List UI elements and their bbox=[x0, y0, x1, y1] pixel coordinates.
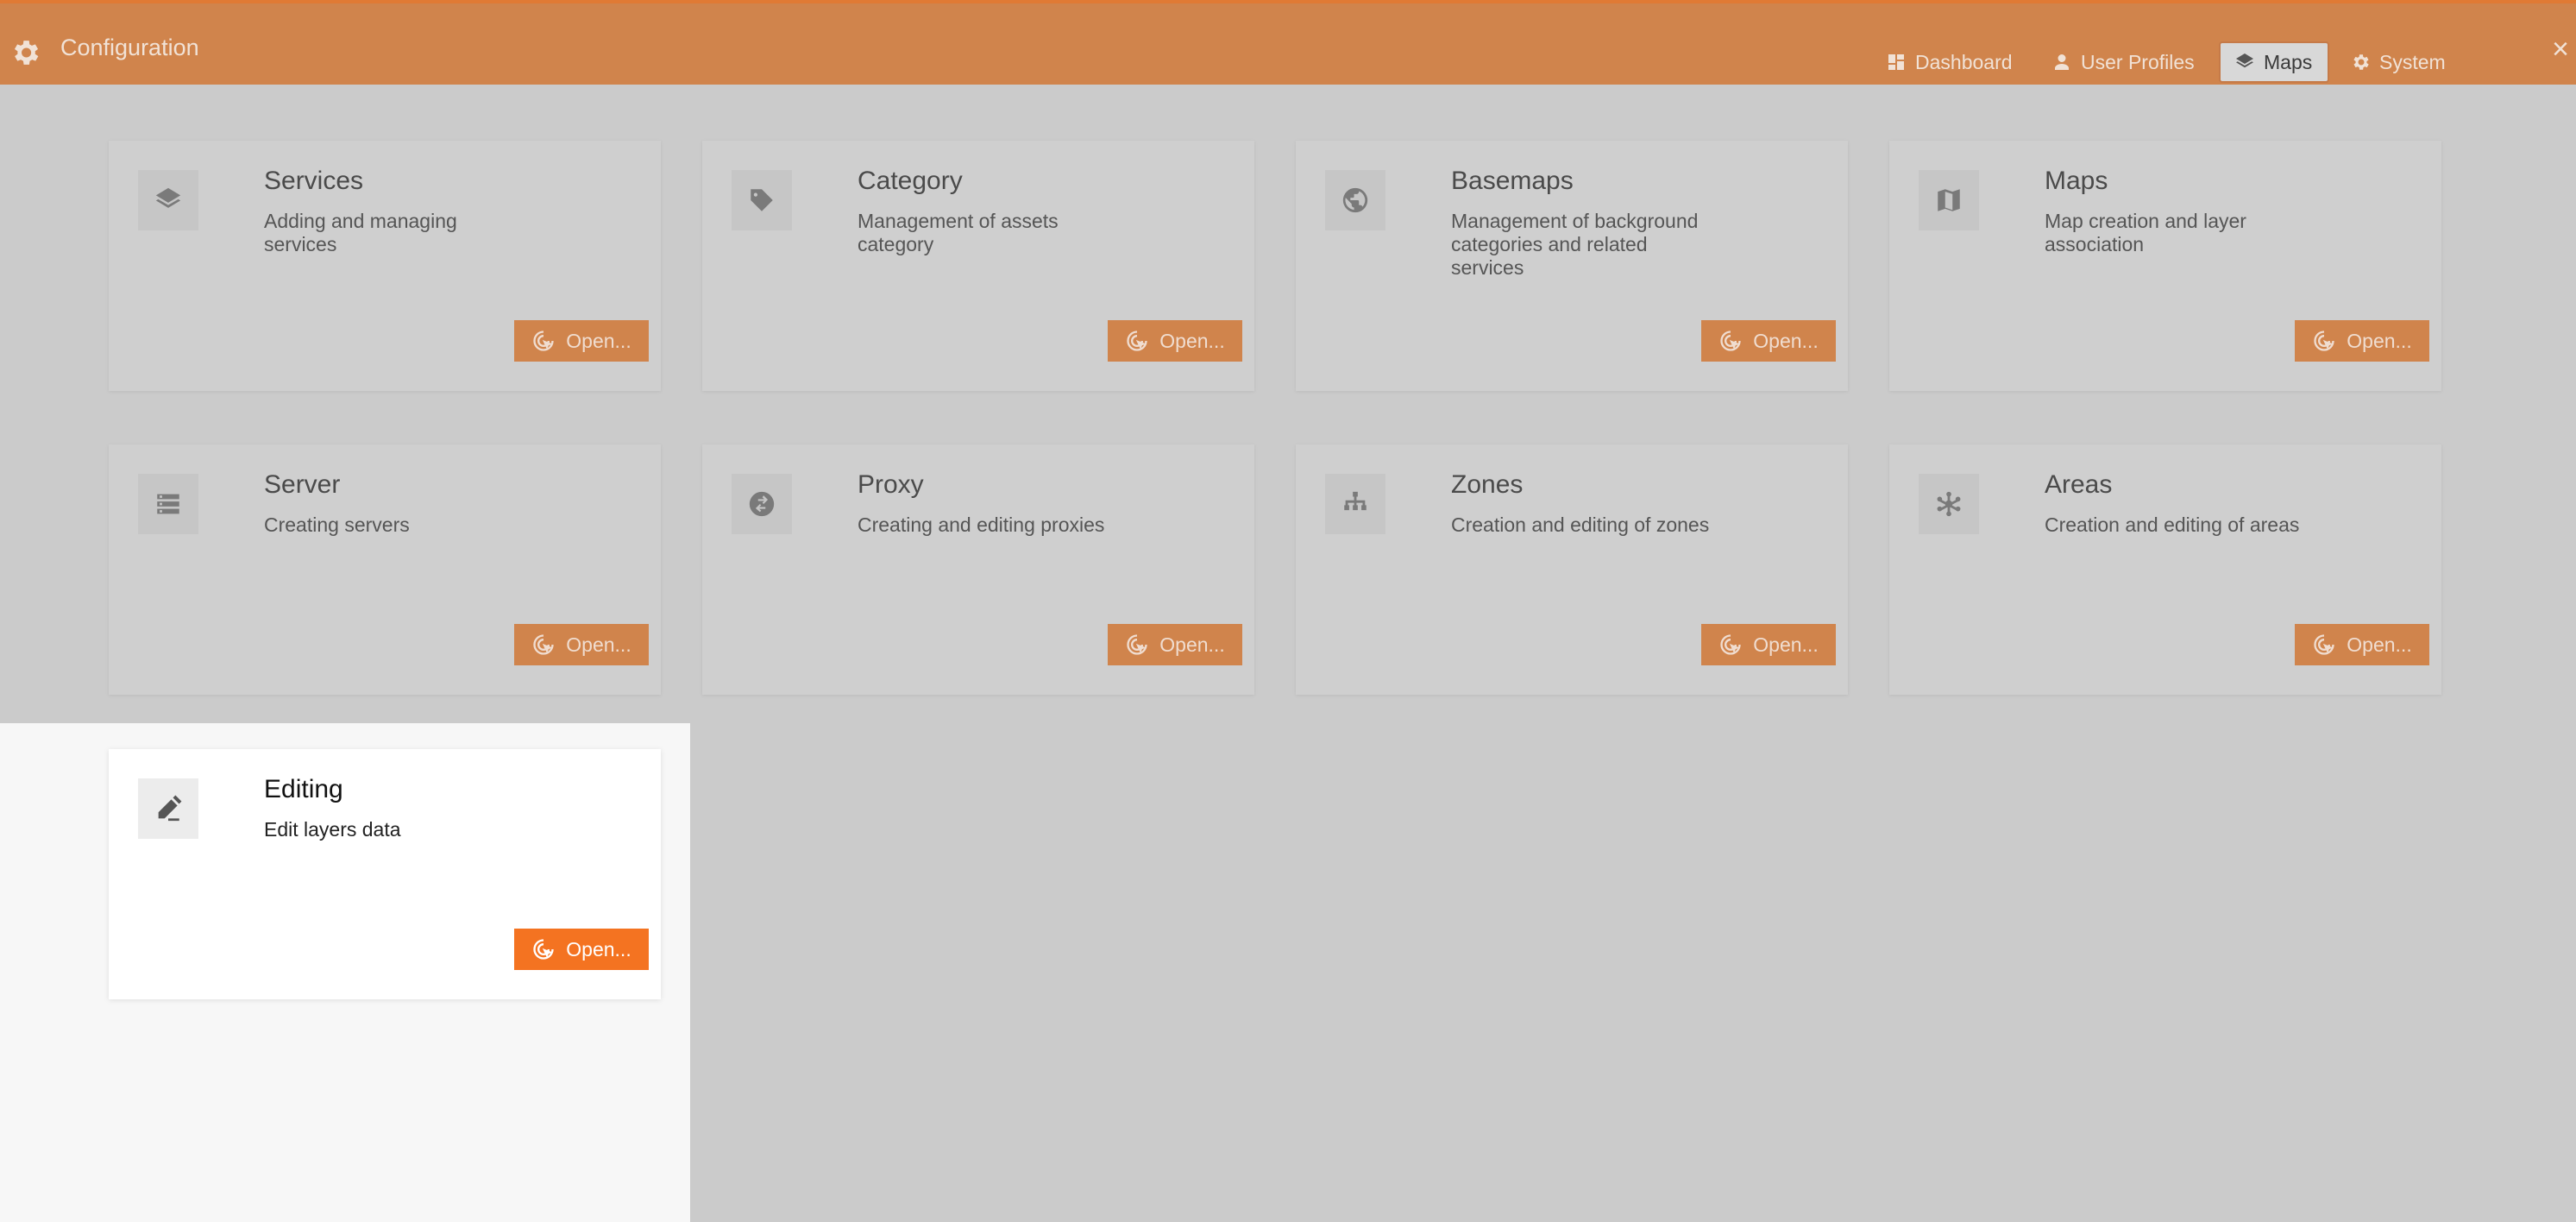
card-description: Map creation and layer association bbox=[2045, 210, 2246, 255]
card-category: Category Management of assets category O… bbox=[702, 141, 1254, 391]
open-button-label: Open... bbox=[2347, 633, 2412, 656]
app-title: Configuration bbox=[60, 35, 199, 60]
open-button[interactable]: Open... bbox=[514, 929, 649, 970]
card-title: Editing bbox=[264, 775, 343, 803]
card-title: Zones bbox=[1451, 470, 1524, 499]
click-icon bbox=[1720, 331, 1741, 351]
card-maps: Maps Map creation and layer association … bbox=[1889, 141, 2441, 391]
open-button-label: Open... bbox=[1753, 329, 1819, 352]
card-title: Maps bbox=[2045, 167, 2108, 195]
nav-dashboard[interactable]: Dashboard bbox=[1872, 41, 2026, 83]
card-icon-box bbox=[1325, 170, 1385, 230]
nav-dashboard-label: Dashboard bbox=[1915, 50, 2013, 73]
hub-icon bbox=[1937, 491, 1961, 517]
click-icon bbox=[1127, 331, 1147, 351]
click-icon bbox=[2314, 331, 2334, 351]
card-title: Category bbox=[858, 167, 963, 195]
nav-maps-label: Maps bbox=[2264, 50, 2313, 73]
click-icon bbox=[1127, 634, 1147, 655]
proxy-icon bbox=[749, 491, 775, 517]
edit-icon bbox=[158, 795, 182, 822]
card-icon-box bbox=[1325, 474, 1385, 534]
card-services: Services Adding and managing services Op… bbox=[109, 141, 661, 391]
card-icon-box bbox=[138, 170, 198, 230]
user-icon bbox=[2055, 54, 2069, 70]
click-icon bbox=[533, 331, 554, 351]
click-icon bbox=[533, 939, 554, 960]
card-icon-box bbox=[732, 474, 792, 534]
card-description: Adding and managing services bbox=[264, 210, 457, 255]
dashboard-icon bbox=[1888, 54, 1904, 70]
open-button[interactable]: Open... bbox=[2295, 320, 2429, 362]
nav-user-profiles-label: User Profiles bbox=[2081, 50, 2195, 73]
click-icon bbox=[1720, 634, 1741, 655]
nav-maps[interactable]: Maps bbox=[2219, 41, 2329, 83]
card-title: Proxy bbox=[858, 470, 924, 499]
card-description: Creating servers bbox=[264, 513, 410, 536]
layers-icon bbox=[2236, 54, 2253, 68]
card-description: Creation and editing of zones bbox=[1451, 513, 1710, 536]
open-button-label: Open... bbox=[566, 633, 631, 656]
card-description: Management of assets category bbox=[858, 210, 1059, 255]
card-zones: Zones Creation and editing of zones Open… bbox=[1296, 444, 1848, 695]
click-icon bbox=[533, 634, 554, 655]
card-title: Areas bbox=[2045, 470, 2113, 499]
click-icon bbox=[2314, 634, 2334, 655]
card-areas: Areas Creation and editing of areas Open… bbox=[1889, 444, 2441, 695]
card-basemaps: Basemaps Management of background catego… bbox=[1296, 141, 1848, 391]
open-button-label: Open... bbox=[1159, 633, 1225, 656]
tag-icon bbox=[751, 189, 773, 211]
layers-icon bbox=[155, 187, 181, 208]
open-button[interactable]: Open... bbox=[1108, 320, 1242, 362]
open-button[interactable]: Open... bbox=[1701, 320, 1836, 362]
open-button-label: Open... bbox=[566, 937, 631, 961]
open-button-label: Open... bbox=[566, 329, 631, 352]
card-icon-box bbox=[138, 474, 198, 534]
open-button-label: Open... bbox=[1753, 633, 1819, 656]
card-description: Creating and editing proxies bbox=[858, 513, 1105, 536]
open-button[interactable]: Open... bbox=[514, 320, 649, 362]
gear-icon bbox=[14, 41, 39, 65]
card-description: Management of background categories and … bbox=[1451, 210, 1699, 279]
card-editing: Editing Edit layers data Open... bbox=[109, 749, 661, 999]
gear-icon bbox=[2353, 54, 2369, 70]
card-server: Server Creating servers Open... bbox=[109, 444, 661, 695]
map-icon bbox=[1938, 189, 1960, 211]
card-icon-box bbox=[1919, 170, 1979, 230]
card-proxy: Proxy Creating and editing proxies Open.… bbox=[702, 444, 1254, 695]
globe-icon bbox=[1342, 187, 1368, 213]
nav-user-profiles[interactable]: User Profiles bbox=[2038, 41, 2208, 83]
card-title: Server bbox=[264, 470, 341, 499]
card-icon-box bbox=[732, 170, 792, 230]
card-icon-box bbox=[138, 778, 198, 839]
open-button[interactable]: Open... bbox=[2295, 624, 2429, 665]
nav-system-label: System bbox=[2379, 50, 2446, 73]
card-icon-box bbox=[1919, 474, 1979, 534]
open-button[interactable]: Open... bbox=[514, 624, 649, 665]
open-button-label: Open... bbox=[1159, 329, 1225, 352]
open-button[interactable]: Open... bbox=[1701, 624, 1836, 665]
open-button[interactable]: Open... bbox=[1108, 624, 1242, 665]
close-icon[interactable]: × bbox=[2552, 35, 2569, 64]
hierarchy-icon bbox=[1344, 491, 1367, 511]
card-description: Creation and editing of areas bbox=[2045, 513, 2300, 536]
card-title: Basemaps bbox=[1451, 167, 1574, 195]
nav-system[interactable]: System bbox=[2336, 41, 2460, 83]
top-bar: Configuration Dashboard User Profiles Ma… bbox=[0, 0, 2576, 85]
server-icon bbox=[157, 494, 179, 514]
card-description: Edit layers data bbox=[264, 818, 401, 841]
card-title: Services bbox=[264, 167, 364, 195]
open-button-label: Open... bbox=[2347, 329, 2412, 352]
